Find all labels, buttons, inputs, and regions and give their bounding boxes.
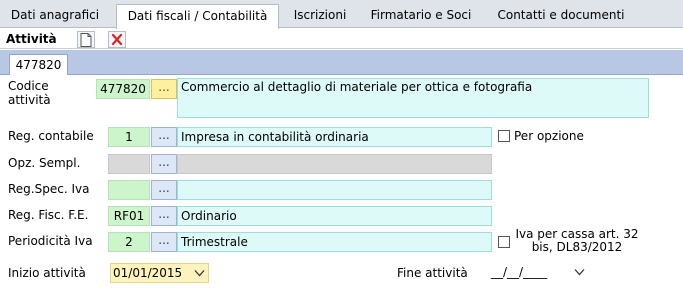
opz-sempl-label: Opz. Sempl. <box>8 156 81 170</box>
codice-attivita-description[interactable]: Commercio al dettaglio di materiale per … <box>177 78 649 118</box>
activity-subtabs: 477820 <box>0 50 683 75</box>
chevron-down-icon[interactable] <box>574 268 585 276</box>
inizio-attivita-value: 01/01/2015 <box>113 266 183 280</box>
reg-fisc-fe-lookup-button[interactable]: ... <box>151 206 177 226</box>
reg-spec-iva-description[interactable] <box>177 180 492 200</box>
tab-iscrizioni[interactable]: Iscrizioni <box>284 4 356 28</box>
reg-spec-iva-label: Reg.Spec. Iva <box>8 182 90 196</box>
per-opzione-checkbox[interactable] <box>498 130 510 142</box>
fine-attivita-label: Fine attività <box>397 266 468 280</box>
reg-fisc-fe-label: Reg. Fisc. F.E. <box>8 208 89 222</box>
periodicita-iva-lookup-button[interactable]: ... <box>151 232 177 252</box>
new-button[interactable] <box>77 31 95 48</box>
tab-firmatario-soci[interactable]: Firmatario e Soci <box>362 4 480 28</box>
tab-label: Iscrizioni <box>293 8 347 22</box>
reg-contabile-lookup-button[interactable]: ... <box>151 127 177 147</box>
reg-contabile-label: Reg. contabile <box>8 129 94 143</box>
codice-attivita-code[interactable]: 477820 <box>96 79 150 99</box>
reg-fisc-fe-description[interactable]: Ordinario <box>177 206 492 226</box>
inizio-attivita-date[interactable]: 01/01/2015 <box>110 263 209 283</box>
inizio-attivita-label: Inizio attività <box>8 266 86 280</box>
periodicita-iva-label: Periodicità Iva <box>8 234 93 248</box>
tab-label: Dati fiscali / Contabilità <box>127 9 268 23</box>
iva-per-cassa-checkbox[interactable] <box>498 236 510 248</box>
per-opzione-label: Per opzione <box>514 129 584 143</box>
codice-attivita-label: Codice attività <box>8 79 51 107</box>
attivita-header: Attività <box>0 29 683 49</box>
reg-contabile-description[interactable]: Impresa in contabilità ordinaria <box>177 127 492 147</box>
tab-dati-fiscali[interactable]: Dati fiscali / Contabilità <box>116 4 279 29</box>
delete-x-icon <box>111 33 123 46</box>
subtab-activity-code[interactable]: 477820 <box>9 54 68 75</box>
fine-attivita-date[interactable]: __/__/____ <box>489 263 588 283</box>
codice-attivita-lookup-button[interactable]: ... <box>151 79 177 99</box>
iva-per-cassa-label-line2: bis, DL83/2012 <box>531 240 623 254</box>
section-title: Attività <box>6 32 57 46</box>
tab-contatti-documenti[interactable]: Contatti e documenti <box>487 4 635 28</box>
reg-spec-iva-code[interactable] <box>108 180 150 200</box>
document-new-icon <box>80 33 92 47</box>
fine-attivita-value: __/__/____ <box>491 265 548 279</box>
reg-contabile-code[interactable]: 1 <box>108 127 150 147</box>
opz-sempl-code <box>108 154 150 174</box>
subtab-label: 477820 <box>15 58 62 72</box>
periodicita-iva-description[interactable]: Trimestrale <box>177 232 492 252</box>
opz-sempl-description <box>177 154 492 174</box>
chevron-down-icon[interactable] <box>194 269 205 277</box>
tab-label: Dati anagrafici <box>10 8 100 22</box>
periodicita-iva-code[interactable]: 2 <box>108 232 150 252</box>
delete-button[interactable] <box>108 31 126 48</box>
reg-spec-iva-lookup-button[interactable]: ... <box>151 180 177 200</box>
tab-label: Firmatario e Soci <box>370 8 472 22</box>
iva-per-cassa-label: Iva per cassa art. 32 bis, DL83/2012 <box>512 228 642 254</box>
reg-fisc-fe-code[interactable]: RF01 <box>108 206 150 226</box>
main-tabbar: Dati anagrafici Dati fiscali / Contabili… <box>0 0 683 29</box>
tab-label: Contatti e documenti <box>497 8 625 22</box>
opz-sempl-lookup-button[interactable]: ... <box>151 154 177 174</box>
tab-dati-anagrafici[interactable]: Dati anagrafici <box>0 4 110 28</box>
